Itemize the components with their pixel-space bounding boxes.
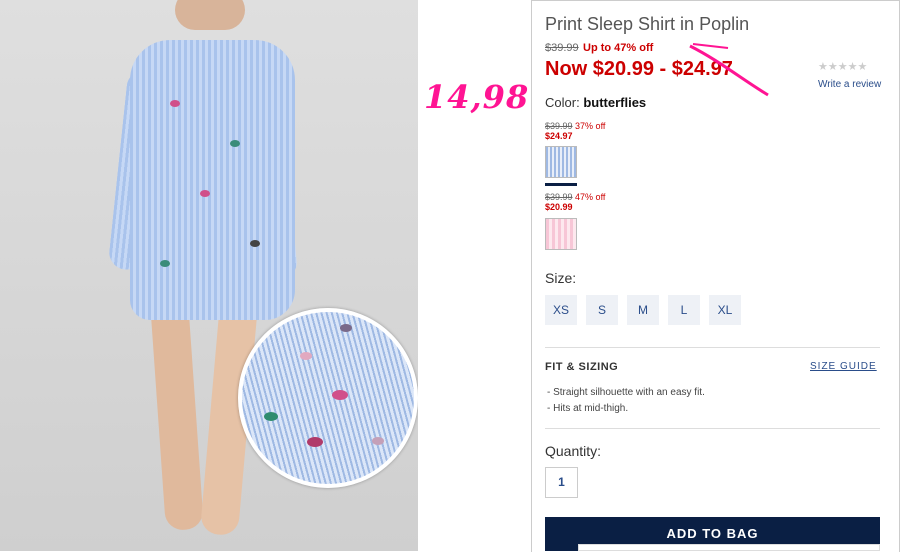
size-guide-link[interactable]: SIZE GUIDE [810,361,877,372]
fit-bullet: - Hits at mid-thigh. [547,403,629,414]
discount-text: Up to 47% off [583,42,654,54]
color-name: butterflies [583,95,647,110]
fabric-zoom-circle [238,308,418,488]
write-review-link[interactable]: Write a review [818,79,881,90]
swatch-price: $39.99 47% off $20.99 [545,192,606,212]
size-l-button[interactable]: L [668,295,700,325]
fit-sizing-heading: FIT & SIZING [545,361,619,373]
swatch-price: $39.99 37% off $24.97 [545,121,606,141]
rating-stars: ★★★★★ [818,61,868,73]
quantity-label: Quantity: [545,443,602,459]
swatch-pink-plaid[interactable] [545,218,577,250]
size-m-button[interactable]: M [627,295,659,325]
size-s-button[interactable]: S [586,295,618,325]
divider [545,428,880,429]
tooltip-overlay [578,544,880,551]
size-xl-button[interactable]: XL [709,295,741,325]
size-xs-button[interactable]: XS [545,295,577,325]
sleep-shirt [130,40,295,320]
handwritten-price-note: 14,98 [424,78,530,116]
product-photo [0,0,418,551]
original-price: $39.99 [545,42,579,54]
model-head [175,0,245,30]
handwritten-strike-mark [689,43,769,97]
selected-swatch-indicator [545,183,577,186]
swatch-butterflies[interactable] [545,146,577,178]
product-title: Print Sleep Shirt in Poplin [545,14,750,34]
model-leg [150,298,204,532]
color-label: Color: butterflies [545,95,647,110]
divider [545,347,880,348]
fit-bullet: - Straight silhouette with an easy fit. [547,387,705,398]
size-label: Size: [545,270,577,286]
quantity-input[interactable]: 1 [545,467,578,498]
